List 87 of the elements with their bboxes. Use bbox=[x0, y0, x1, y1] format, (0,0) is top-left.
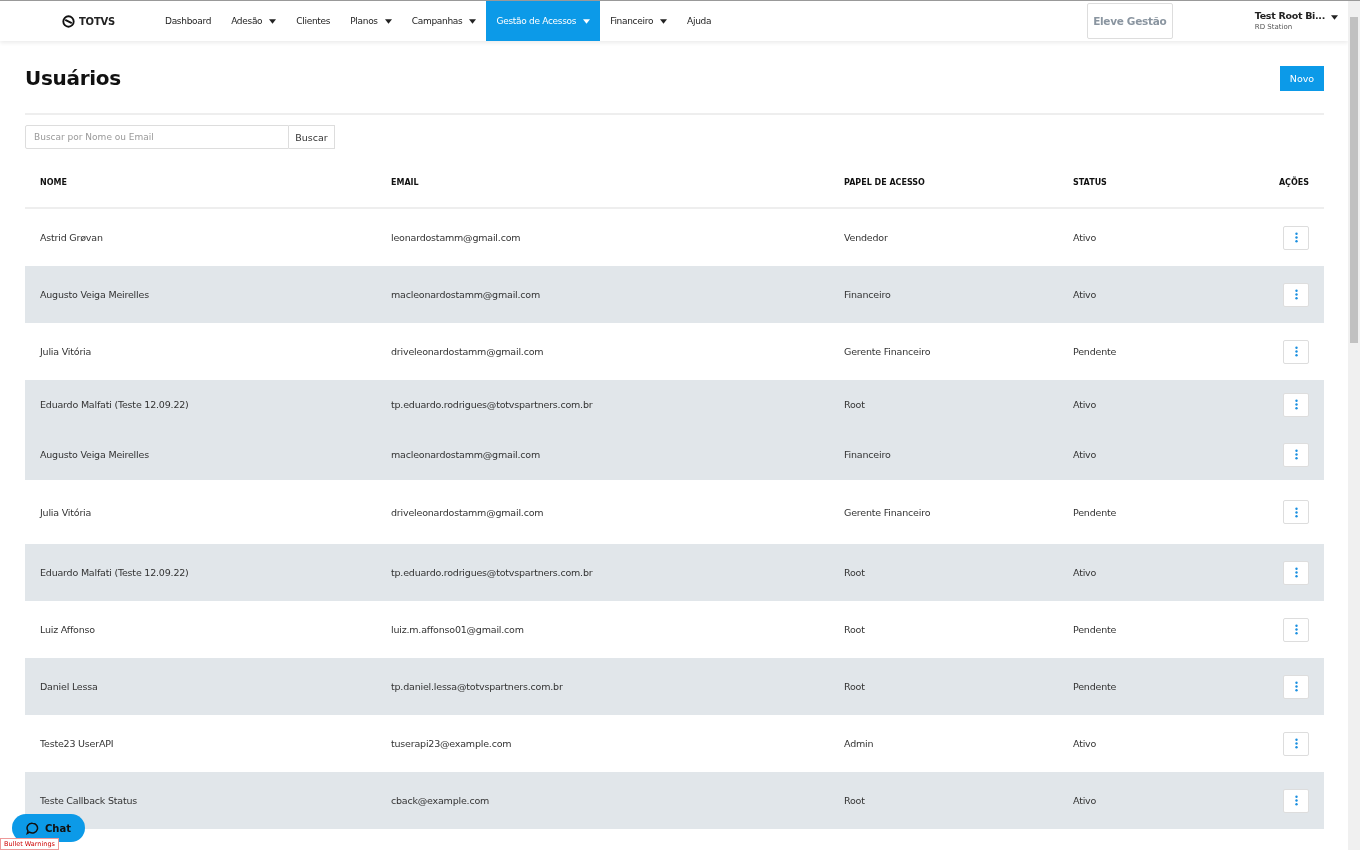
table-cell-text: tp.daniel.lessa@totvspartners.com.br bbox=[391, 681, 564, 692]
table-cell-text: Julia Vitória bbox=[38, 346, 93, 357]
vertical-dots-icon bbox=[1294, 506, 1298, 518]
table-cell-text: tp.eduardo.rodrigues@totvspartners.com.br bbox=[391, 567, 594, 578]
table-cell-text: Vendedor bbox=[844, 232, 889, 243]
table-cell-text: Gerente Financeiro bbox=[844, 346, 932, 357]
scrollbar[interactable] bbox=[1348, 1, 1360, 850]
logo-icon bbox=[62, 14, 75, 28]
table-cell-text: Pendente bbox=[1073, 681, 1118, 692]
table-cell-text: Eduardo Malfati (Teste 12.09.22) bbox=[39, 567, 190, 578]
more-options-button[interactable] bbox=[1283, 674, 1309, 699]
search-button[interactable]: Buscar bbox=[289, 125, 335, 149]
column-header: STATUS bbox=[1073, 177, 1108, 187]
vertical-dots-icon bbox=[1294, 289, 1298, 300]
table-cell-text: Admin bbox=[844, 738, 875, 749]
nav-item[interactable]: Clientes bbox=[286, 1, 341, 41]
search-field[interactable]: Buscar por Nome ou Email bbox=[25, 125, 289, 149]
table-cell-text: Ativo bbox=[1073, 795, 1098, 806]
table-cell-text: macleonardostamm@gmail.com bbox=[391, 449, 542, 460]
column-header: NOME bbox=[39, 177, 68, 187]
table-cell-text: Financeiro bbox=[844, 449, 892, 460]
more-options-button[interactable] bbox=[1283, 788, 1309, 813]
table-cell-text: Ativo bbox=[1073, 399, 1098, 410]
table-cell-text: Ativo bbox=[1073, 289, 1098, 300]
table-cell-text: macleonardostamm@gmail.com bbox=[391, 289, 542, 300]
table-cell-text: Teste Callback Status bbox=[39, 795, 138, 806]
nav-item[interactable]: Financeiro bbox=[600, 1, 678, 41]
vertical-dots-icon bbox=[1294, 681, 1298, 692]
table-cell-text: cback@example.com bbox=[391, 795, 491, 806]
table-cell-text: Ativo bbox=[1073, 738, 1098, 749]
nav-item[interactable]: Campanhas bbox=[401, 1, 487, 41]
more-options-button[interactable] bbox=[1283, 282, 1309, 307]
page-title: Usuários bbox=[25, 66, 121, 90]
more-options-button[interactable] bbox=[1283, 339, 1309, 364]
table-cell-text: Root bbox=[844, 795, 866, 806]
vertical-dots-icon bbox=[1294, 738, 1298, 749]
table-cell-text: Augusto Veiga Meirelles bbox=[39, 289, 150, 300]
table-cell-text: Teste23 UserAPI bbox=[39, 738, 115, 749]
more-options-button[interactable] bbox=[1283, 225, 1309, 250]
nav-item[interactable]: Adesão bbox=[221, 1, 287, 41]
more-options-button[interactable] bbox=[1283, 392, 1309, 417]
more-options-button[interactable] bbox=[1283, 560, 1309, 585]
brand-logo[interactable]: TOTVS bbox=[62, 1, 155, 41]
table-cell-text: Gerente Financeiro bbox=[844, 506, 932, 518]
table-cell-text: driveleonardostamm@gmail.com bbox=[391, 346, 545, 357]
column-header: EMAIL bbox=[391, 177, 420, 187]
table-cell-text: Financeiro bbox=[844, 289, 892, 300]
table-cell-text: leonardostamm@gmail.com bbox=[391, 232, 522, 243]
column-header: AÇÕES bbox=[1277, 177, 1310, 187]
table-cell-text: Ativo bbox=[1073, 232, 1098, 243]
more-options-button[interactable] bbox=[1283, 731, 1309, 756]
table-cell-text: Daniel Lessa bbox=[39, 681, 99, 692]
chat-bubble-icon bbox=[26, 821, 39, 835]
vertical-dots-icon bbox=[1294, 567, 1298, 578]
table-cell-text: driveleonardostamm@gmail.com bbox=[391, 506, 545, 518]
vertical-dots-icon bbox=[1294, 232, 1298, 243]
vertical-dots-icon bbox=[1294, 795, 1298, 806]
table-cell-text: Pendente bbox=[1073, 346, 1118, 357]
vertical-dots-icon bbox=[1294, 399, 1298, 410]
more-options-button[interactable] bbox=[1283, 617, 1309, 642]
table-cell-text: luiz.m.affonso01@gmail.com bbox=[391, 624, 525, 635]
nav-item[interactable]: Dashboard bbox=[155, 1, 222, 41]
nav-item[interactable]: Planos bbox=[340, 1, 402, 41]
table-cell-text: Augusto Veiga Meirelles bbox=[39, 449, 150, 460]
vertical-dots-icon bbox=[1294, 624, 1298, 635]
column-header: PAPEL DE ACESSO bbox=[844, 177, 926, 187]
table-cell-text: Julia Vitória bbox=[38, 506, 93, 518]
table-cell-text: tp.eduardo.rodrigues@totvspartners.com.br bbox=[391, 399, 594, 410]
table-cell-text: Ativo bbox=[1073, 449, 1098, 460]
table-cell-text: Astrid Grøvan bbox=[39, 232, 104, 243]
table-cell-text: Root bbox=[844, 624, 866, 635]
table-cell-text: tuserapi23@example.com bbox=[391, 738, 513, 749]
table-cell-text: Luiz Affonso bbox=[39, 624, 96, 635]
table-cell-text: Root bbox=[844, 567, 866, 578]
table-cell-text: Root bbox=[844, 399, 866, 410]
user-name: Test Root Bi... bbox=[1254, 10, 1325, 21]
caret-icon bbox=[1331, 15, 1338, 20]
table-cell-text: Ativo bbox=[1073, 567, 1098, 578]
vertical-dots-icon bbox=[1294, 346, 1298, 357]
nav-item[interactable]: Ajuda bbox=[677, 1, 722, 41]
table-cell-text: Eduardo Malfati (Teste 12.09.22) bbox=[39, 399, 190, 410]
table-cell-text: Root bbox=[844, 681, 866, 692]
vertical-dots-icon bbox=[1294, 449, 1298, 460]
table-cell-text: Pendente bbox=[1073, 506, 1118, 518]
table-cell-text: Pendente bbox=[1073, 624, 1118, 635]
more-options-button[interactable] bbox=[1283, 442, 1309, 467]
more-options-button[interactable] bbox=[1283, 500, 1309, 524]
